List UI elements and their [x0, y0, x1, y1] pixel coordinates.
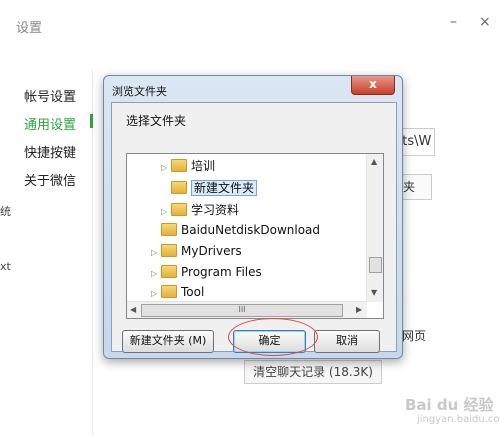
dialog-title: 浏览文件夹 [112, 85, 167, 98]
horizontal-scrollbar[interactable]: ◀ III ▶ [127, 301, 367, 318]
folder-icon [161, 223, 177, 236]
folder-icon [171, 159, 187, 172]
clear-chat-history-button[interactable]: 清空聊天记录 (18.3K) [244, 360, 382, 384]
tree-item-study-materials[interactable]: ▷ 学习资料 [161, 200, 239, 220]
expand-arrow-icon[interactable]: ▷ [161, 202, 171, 222]
expand-arrow-icon[interactable]: ▷ [161, 158, 171, 178]
cancel-button[interactable]: 取消 [314, 330, 380, 353]
expand-arrow-icon[interactable]: ▷ [151, 264, 161, 284]
tree-item-label: 新建文件夹 [191, 180, 258, 196]
scroll-right-icon[interactable]: ▶ [356, 305, 362, 314]
scroll-up-icon[interactable]: ▲ [371, 157, 377, 166]
horizontal-scroll-thumb[interactable]: III [141, 304, 343, 317]
tree-item-label: 学习资料 [191, 203, 240, 217]
tree-item-label: Tool [181, 285, 205, 299]
vertical-scroll-thumb[interactable] [369, 257, 382, 273]
tree-item-training[interactable]: ▷ 培训 [161, 156, 215, 176]
tree-item-label: 培训 [191, 159, 216, 173]
tree-item-mydrivers[interactable]: ▷ MyDrivers [151, 241, 242, 261]
tree-item-baidunetdisk[interactable]: BaiduNetdiskDownload [151, 220, 320, 240]
browse-folder-dialog: 浏览文件夹 x 选择文件夹 ▷ 培训 新建文件夹 ▷ 学习资料 BaiduNetdi… [103, 75, 403, 359]
highlight-circle [228, 318, 318, 356]
close-button[interactable]: × [479, 14, 491, 30]
sidebar-item-account[interactable]: 帐号设置 [24, 86, 76, 105]
sidebar-item-about[interactable]: 关于微信 [24, 170, 76, 189]
new-folder-button[interactable]: 新建文件夹 (M) [122, 330, 214, 353]
tree-item-label: Program Files [181, 265, 262, 279]
minimize-button[interactable]: – [450, 14, 457, 30]
watermark-sub: jingyan.baidu.com [417, 414, 500, 425]
dialog-close-button[interactable]: x [351, 76, 395, 95]
cut-text-2: xt [0, 260, 11, 273]
open-web-label: 网页 [402, 329, 427, 343]
cut-text-1: 统 [0, 205, 11, 218]
close-icon: x [369, 77, 377, 91]
sidebar-item-shortcuts[interactable]: 快捷按键 [24, 142, 76, 161]
tree-item-label: MyDrivers [181, 244, 242, 258]
tree-item-new-folder[interactable]: 新建文件夹 [161, 178, 258, 198]
expand-arrow-icon[interactable]: ▷ [151, 243, 161, 263]
tree-item-program-files[interactable]: ▷ Program Files [151, 262, 262, 282]
baidu-watermark: Bai du 经验 jingyan.baidu.com [405, 394, 500, 425]
settings-sidebar: 帐号设置 通用设置 快捷按键 关于微信 [0, 70, 93, 435]
folder-tree[interactable]: ▷ 培训 新建文件夹 ▷ 学习资料 BaiduNetdiskDownload ▷ My… [126, 153, 384, 319]
vertical-scrollbar[interactable]: ▲ ▼ [366, 154, 383, 302]
watermark-text: Bai du 经验 [405, 396, 494, 414]
dialog-body: 选择文件夹 ▷ 培训 新建文件夹 ▷ 学习资料 BaiduNetdiskDownlo… [111, 102, 397, 352]
folder-icon [161, 285, 177, 298]
scroll-left-icon[interactable]: ◀ [130, 305, 136, 314]
settings-title: 设置 [16, 21, 43, 36]
folder-icon [171, 203, 187, 216]
active-indicator [90, 114, 93, 128]
scroll-down-icon[interactable]: ▼ [371, 288, 377, 297]
folder-icon [161, 244, 177, 257]
tree-item-label: BaiduNetdiskDownload [181, 223, 321, 237]
dialog-prompt: 选择文件夹 [126, 114, 187, 128]
folder-icon [171, 181, 187, 194]
sidebar-item-general[interactable]: 通用设置 [24, 114, 76, 133]
folder-icon [161, 265, 177, 278]
tree-item-tool[interactable]: ▷ Tool [151, 282, 204, 302]
